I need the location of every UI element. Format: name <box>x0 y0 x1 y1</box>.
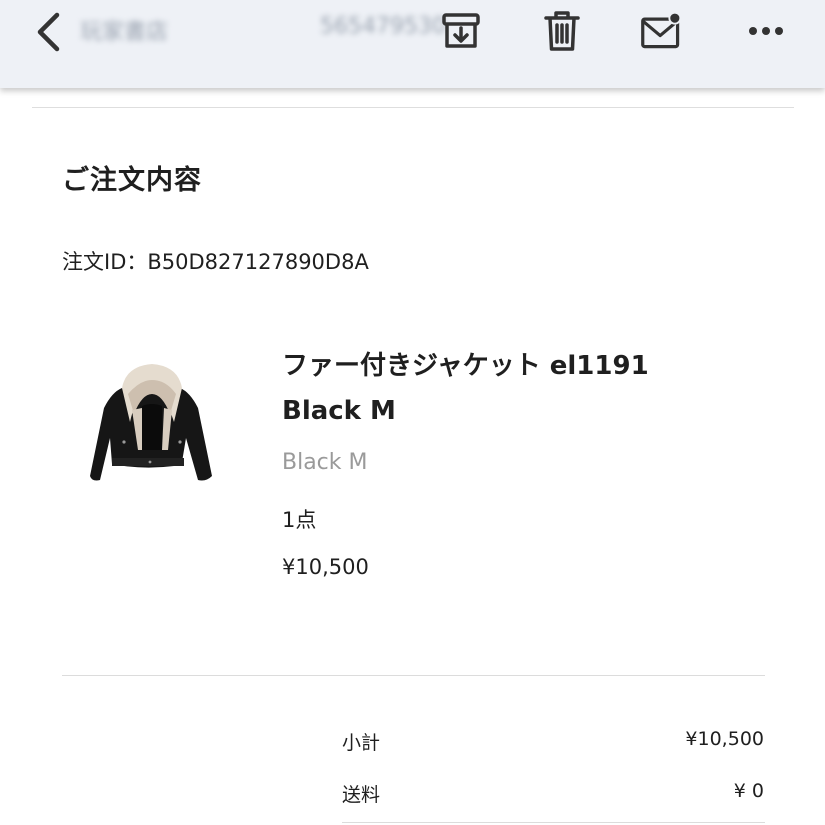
subject-blurred: 565479530 <box>320 14 446 39</box>
chevron-left-icon <box>37 12 60 52</box>
mail-unread-icon <box>641 11 682 49</box>
divider <box>32 107 794 108</box>
divider <box>62 675 765 676</box>
product-price: ¥10,500 <box>282 555 369 579</box>
mail-toolbar: 玩家書店 565479530 <box>0 0 825 88</box>
product-name-line1: ファー付きジャケット el1191 <box>282 351 649 381</box>
archive-button[interactable] <box>439 8 483 54</box>
subtotal-label: 小計 <box>342 732 381 754</box>
jacket-image <box>90 364 212 481</box>
product-variant: Black M <box>282 450 368 475</box>
delete-button[interactable] <box>540 8 584 54</box>
more-horizontal-icon <box>749 27 783 35</box>
shipping-value: ¥ 0 <box>733 780 764 802</box>
product-name[interactable]: ファー付きジャケット el1191 Black M <box>282 344 782 434</box>
product-quantity: 1点 <box>282 508 317 532</box>
mark-unread-button[interactable] <box>640 8 684 54</box>
section-title: ご注文内容 <box>62 165 202 196</box>
order-id: 注文ID：B50D827127890D8A <box>62 250 369 274</box>
more-button[interactable] <box>744 8 788 54</box>
sender-name-blurred: 玩家書店 <box>80 20 169 45</box>
product-image[interactable] <box>82 358 222 498</box>
shipping-label: 送料 <box>342 784 381 806</box>
back-button[interactable] <box>28 10 68 54</box>
trash-icon <box>544 11 580 51</box>
divider <box>342 822 765 823</box>
archive-icon <box>442 13 480 48</box>
product-name-line2: Black M <box>282 396 396 426</box>
subtotal-value: ¥10,500 <box>685 728 764 750</box>
